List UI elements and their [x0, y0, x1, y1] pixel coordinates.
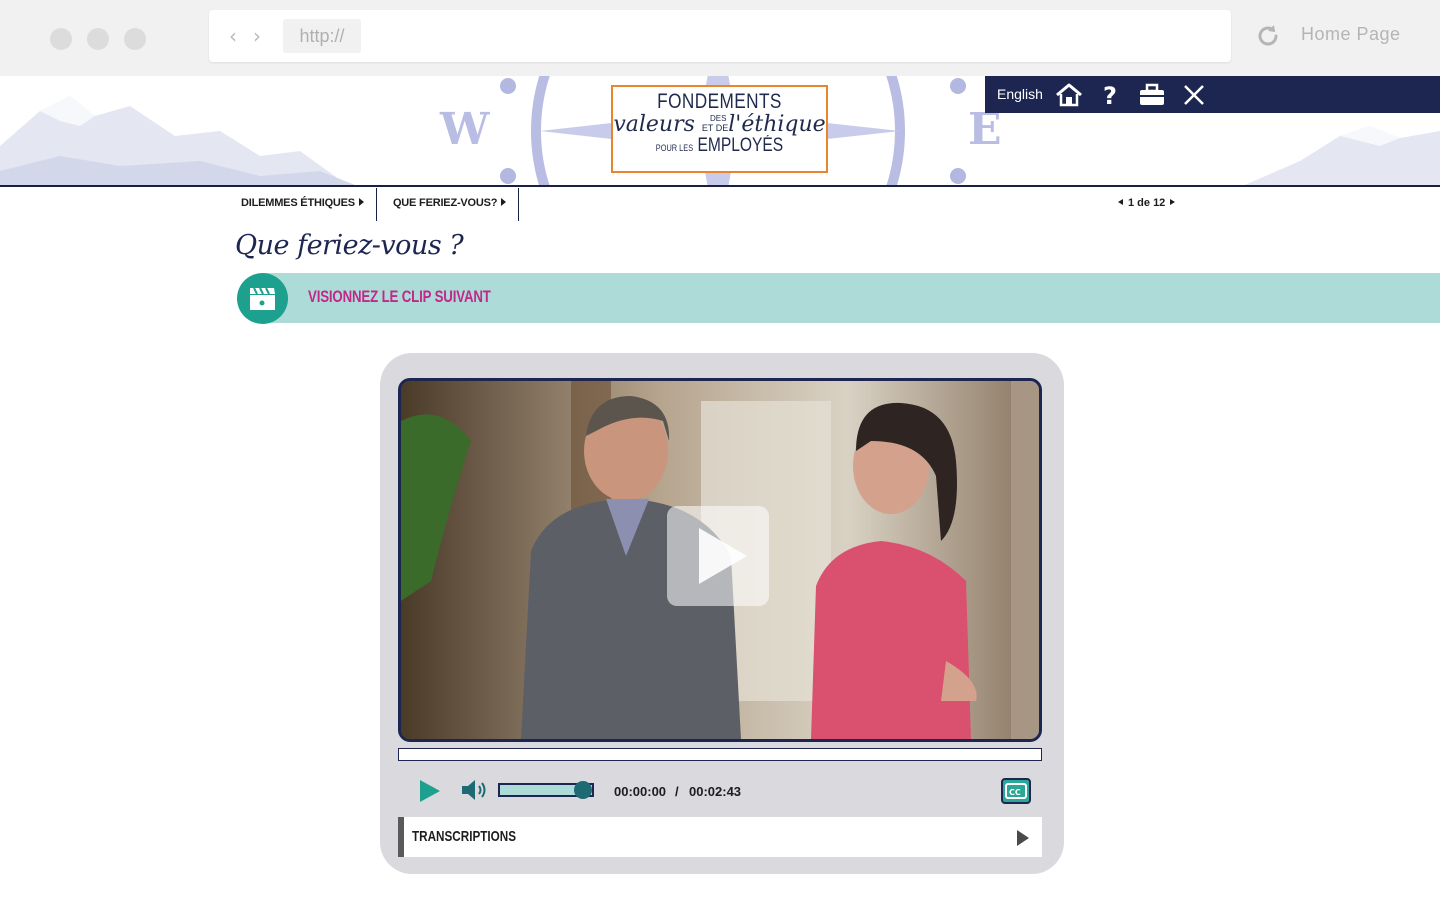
close-icon[interactable] [1180, 82, 1208, 108]
video-frame[interactable] [398, 378, 1042, 742]
transcripts-label: TRANSCRIPTIONS [412, 828, 517, 845]
address-bar: ‹ › http:// [209, 10, 1231, 62]
closed-captions-icon: CC [1005, 783, 1027, 799]
site-logo[interactable]: FONDEMENTS DES valeurs ET DEl'éthique PO… [611, 85, 828, 173]
breadcrumb-item-dilemmes[interactable]: DILEMMES ÉTHIQUES [230, 188, 377, 221]
instruction-band: VISIONNEZ LE CLIP SUIVANT [262, 273, 1440, 323]
window-close-dot[interactable] [50, 28, 72, 50]
logo-pour-les: POUR LES [655, 143, 694, 153]
logo-des: DES [710, 114, 727, 123]
volume-slider-handle[interactable] [574, 781, 592, 799]
svg-text:?: ? [1103, 82, 1117, 108]
breadcrumb-label: DILEMMES ÉTHIQUES [241, 197, 355, 209]
player-controls: 00:00:00 / 00:02:43 CC [398, 770, 1042, 810]
home-icon[interactable] [1055, 82, 1083, 108]
chevron-right-icon [358, 198, 364, 206]
transcripts-accordion[interactable]: TRANSCRIPTIONS [398, 817, 1042, 857]
logo-et-de: ET DE [701, 123, 729, 133]
video-thumbnail [401, 381, 1039, 739]
logo-line-fondements: FONDEMENTS [657, 90, 782, 113]
video-player: 00:00:00 / 00:02:43 CC TRANSCRIPTIONS [380, 353, 1064, 874]
instruction-label: VISIONNEZ LE CLIP SUIVANT [308, 287, 491, 306]
current-time: 00:00:00 [614, 784, 667, 799]
chevron-right-icon [1017, 830, 1029, 846]
breadcrumb-item-que-feriez-vous[interactable]: QUE FERIEZ-VOUS? [377, 188, 520, 221]
logo-word-employees: EMPLOYÉS [697, 135, 784, 156]
breadcrumb: DILEMMES ÉTHIQUES QUE FERIEZ-VOUS? [230, 188, 520, 221]
svg-text:CC: CC [1009, 788, 1021, 797]
browser-chrome: ‹ › http:// Home Page [0, 0, 1440, 76]
window-minimize-dot[interactable] [87, 28, 109, 50]
reload-icon[interactable] [1254, 22, 1282, 50]
forward-icon[interactable]: › [253, 24, 261, 48]
language-toggle[interactable]: English [997, 86, 1043, 102]
video-progress-bar[interactable] [398, 748, 1042, 761]
time-separator: / [675, 784, 679, 799]
chevron-right-icon [501, 198, 507, 206]
page-pager: 1 de 12 [1118, 197, 1176, 209]
url-field[interactable]: http:// [283, 19, 361, 53]
logo-line-employes: POUR LES EMPLOYÉS [632, 135, 807, 157]
logo-word-ethics: l'éthique [728, 112, 826, 137]
volume-icon[interactable] [460, 779, 490, 801]
home-page-link[interactable]: Home Page [1301, 24, 1401, 45]
prev-page-icon[interactable] [1118, 199, 1123, 205]
utility-bar: English ? [985, 76, 1440, 113]
logo-word-values: valeurs [613, 112, 695, 137]
duration: 00:02:43 [689, 784, 742, 799]
next-page-icon[interactable] [1170, 199, 1176, 205]
page-title: Que feriez-vous ? [235, 230, 464, 261]
svg-text:W: W [439, 104, 490, 155]
window-zoom-dot[interactable] [124, 28, 146, 50]
toolbox-icon[interactable] [1138, 82, 1166, 108]
breadcrumb-label: QUE FERIEZ-VOUS? [392, 197, 498, 209]
clapperboard-icon [237, 273, 288, 324]
closed-captions-button[interactable]: CC [1001, 778, 1031, 804]
back-icon[interactable]: ‹ [229, 24, 237, 48]
page-counter: 1 de 12 [1128, 197, 1166, 209]
help-icon[interactable]: ? [1097, 82, 1125, 108]
play-icon[interactable] [418, 778, 442, 804]
